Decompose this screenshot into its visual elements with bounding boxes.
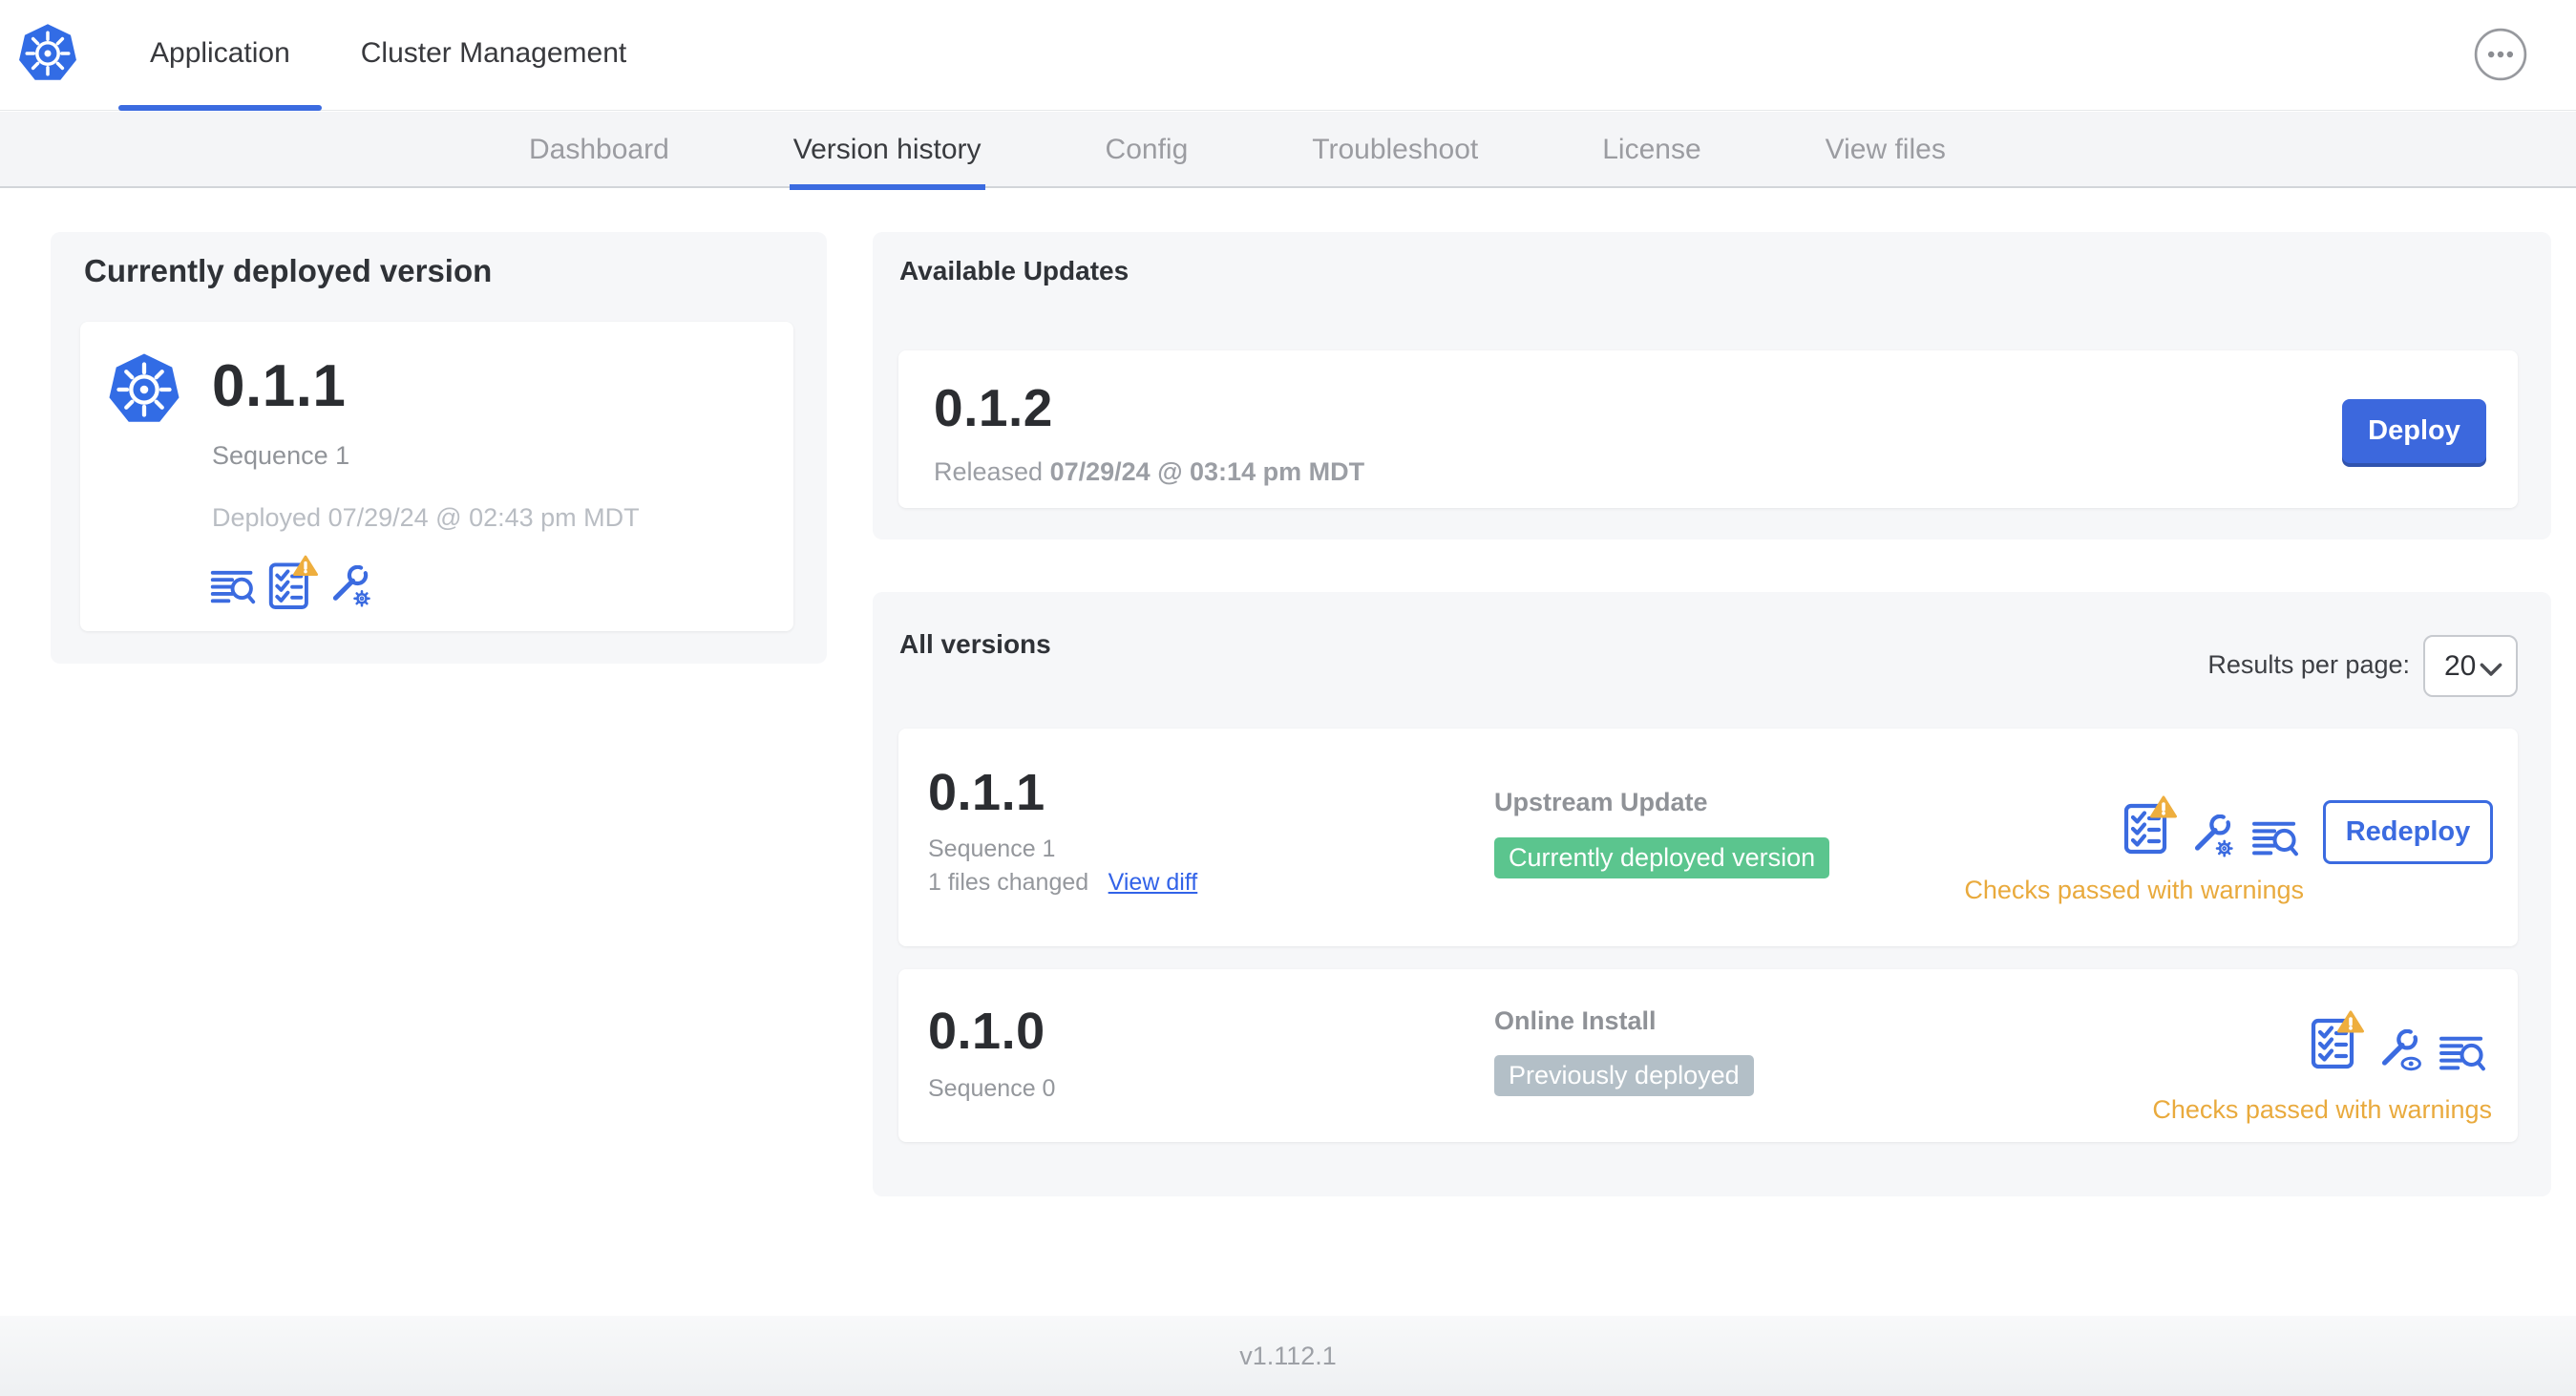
preflight-status-text: Checks passed with warnings	[1964, 876, 2304, 904]
all-versions-title: All versions	[899, 629, 1051, 659]
deployed-sequence-label: Sequence 1	[212, 441, 350, 470]
chevron-down-icon	[2479, 663, 2503, 678]
edit-config-icon[interactable]	[330, 565, 375, 610]
app-logo-kubernetes-icon	[17, 23, 78, 84]
previously-deployed-badge: Previously deployed	[1494, 1055, 1754, 1096]
view-config-icon[interactable]	[2379, 1029, 2425, 1075]
subnav-tab-troubleshoot[interactable]: Troubleshoot	[1312, 112, 1478, 188]
view-logs-icon[interactable]	[210, 568, 256, 607]
currently-deployed-badge: Currently deployed version	[1494, 837, 1830, 878]
results-per-page-select[interactable]: 20	[2423, 635, 2518, 697]
view-logs-icon[interactable]	[2251, 819, 2299, 859]
view-logs-icon[interactable]	[2439, 1034, 2486, 1074]
edit-config-icon[interactable]	[2192, 814, 2238, 860]
all-versions-card: All versions Results per page: 20 0.1.1 …	[873, 592, 2551, 1196]
subnav-tab-version-history[interactable]: Version history	[789, 112, 985, 190]
files-changed-label: 1 files changed	[928, 869, 1089, 896]
row-source-label: Upstream Update	[1494, 788, 1708, 816]
row-sequence-label: Sequence 0	[928, 1075, 1056, 1102]
console-version-label: v1.112.1	[1239, 1342, 1337, 1370]
currently-deployed-title: Currently deployed version	[84, 253, 493, 288]
preflight-status-text: Checks passed with warnings	[2152, 1095, 2492, 1124]
available-updates-title: Available Updates	[899, 256, 1130, 286]
preflight-checks-warning-icon[interactable]	[2311, 1010, 2364, 1069]
ellipsis-menu-icon[interactable]	[2473, 27, 2528, 82]
top-tabs: Application Cluster Management	[118, 0, 665, 111]
top-navbar: Application Cluster Management	[0, 0, 2576, 111]
kubernetes-app-icon	[107, 352, 181, 427]
deployed-version-actions	[210, 555, 375, 610]
deploy-button[interactable]: Deploy	[2342, 399, 2486, 463]
subnav-tabs: Dashboard Version history Config Trouble…	[529, 112, 1946, 190]
version-row: 0.1.1 Sequence 1 1 files changed View di…	[898, 729, 2518, 946]
row-version-number: 0.1.1	[928, 764, 1045, 821]
results-per-page-value: 20	[2444, 650, 2477, 682]
preflight-checks-warning-icon[interactable]	[2123, 795, 2177, 855]
update-row: 0.1.2 Released 07/29/24 @ 03:14 pm MDT D…	[898, 350, 2518, 508]
subnav-tab-license[interactable]: License	[1602, 112, 1700, 188]
app-subnav: Dashboard Version history Config Trouble…	[0, 112, 2576, 190]
tab-cluster-management[interactable]: Cluster Management	[329, 0, 658, 111]
subnav-tab-view-files[interactable]: View files	[1826, 112, 1946, 188]
released-prefix: Released	[934, 457, 1044, 486]
view-diff-link[interactable]: View diff	[1109, 869, 1198, 896]
tab-application[interactable]: Application	[118, 0, 322, 111]
page-footer: v1.112.1	[0, 1316, 2576, 1396]
row-sequence-label: Sequence 1	[928, 835, 1056, 862]
update-released-timestamp: Released 07/29/24 @ 03:14 pm MDT	[934, 457, 1364, 487]
results-per-page-label: Results per page:	[2207, 650, 2410, 679]
released-date: 07/29/24 @ 03:14 pm MDT	[1049, 457, 1365, 486]
preflight-checks-warning-icon[interactable]	[268, 555, 318, 610]
row-version-number: 0.1.0	[928, 1003, 1045, 1060]
subnav-tab-dashboard[interactable]: Dashboard	[529, 112, 669, 188]
deployed-version-panel: 0.1.1 Sequence 1 Deployed 07/29/24 @ 02:…	[80, 322, 793, 631]
row-files-changed: 1 files changed View diff	[928, 869, 1197, 897]
deployed-timestamp: Deployed 07/29/24 @ 02:43 pm MDT	[212, 503, 640, 532]
deployed-version-number: 0.1.1	[212, 353, 347, 419]
redeploy-button[interactable]: Redeploy	[2323, 800, 2493, 864]
subnav-tab-config[interactable]: Config	[1106, 112, 1189, 188]
update-version-number: 0.1.2	[934, 378, 1053, 437]
version-row: 0.1.0 Sequence 0 Online Install Previous…	[898, 969, 2518, 1142]
admin-console-page: Application Cluster Management Dashboard…	[0, 0, 2576, 1396]
currently-deployed-card: Currently deployed version 0.1.1 Sequenc…	[51, 232, 827, 664]
available-updates-card: Available Updates 0.1.2 Released 07/29/2…	[873, 232, 2551, 539]
row-source-label: Online Install	[1494, 1006, 1657, 1035]
